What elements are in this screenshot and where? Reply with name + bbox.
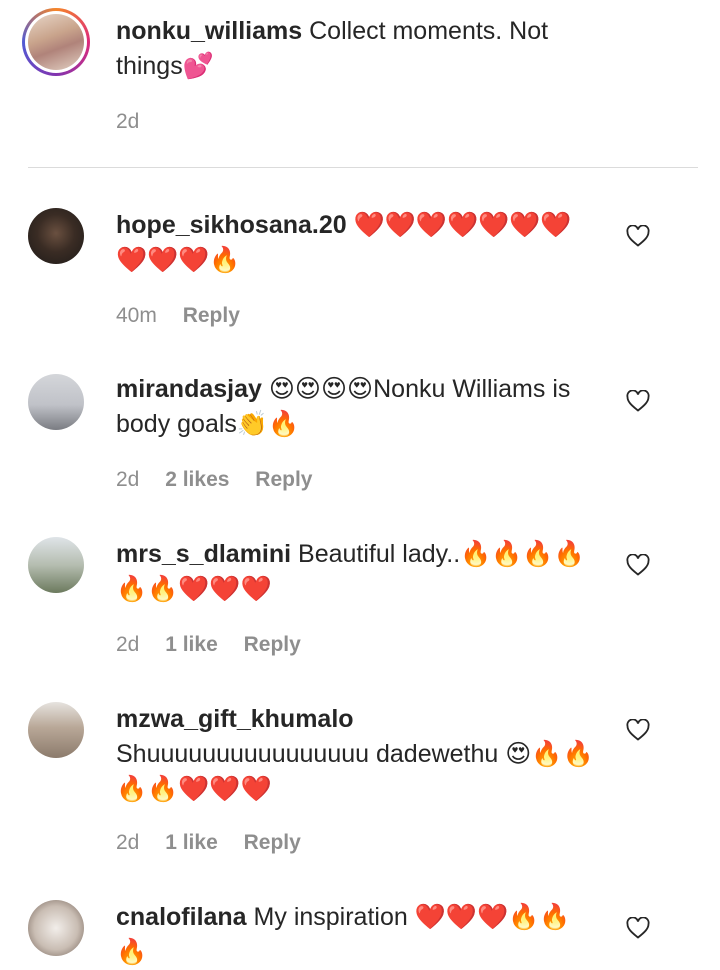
avatar[interactable] [28, 900, 84, 956]
comment-meta: 2d 1 like Reply [116, 633, 321, 657]
likes-count[interactable]: 1 like [165, 633, 218, 656]
comment-text: hope_sikhosana.20 ❤️❤️❤️❤️❤️❤️❤️❤️❤️❤️🔥 [116, 208, 596, 278]
heart-outline-icon[interactable] [626, 390, 650, 412]
comment-text: mirandasjay 😍😍😍😍Nonku Williams is body g… [116, 372, 596, 442]
reply-button[interactable]: Reply [183, 304, 240, 327]
comment-body: Shuuuuuuuuuuuuuuuu dadewethu 😍🔥🔥🔥🔥❤️❤️❤️ [116, 740, 594, 803]
comment-time: 2d [116, 633, 140, 656]
avatar[interactable] [28, 374, 84, 430]
comment-time: 40m [116, 304, 157, 327]
comment-meta: 40m Reply [116, 304, 260, 328]
heart-outline-icon[interactable] [626, 917, 650, 939]
comment-time: 2d [116, 831, 140, 854]
comment-username[interactable]: hope_sikhosana.20 [116, 211, 347, 239]
comment-username[interactable]: cnalofilana [116, 903, 247, 931]
comment-text: mzwa_gift_khumalo Shuuuuuuuuuuuuuuuu dad… [116, 702, 596, 807]
comment-username[interactable]: mirandasjay [116, 375, 262, 403]
heart-outline-icon[interactable] [626, 225, 650, 247]
reply-button[interactable]: Reply [244, 633, 301, 656]
heart-outline-icon[interactable] [626, 554, 650, 576]
likes-count[interactable]: 2 likes [165, 468, 229, 491]
caption-meta: 2d [116, 110, 159, 134]
caption-username[interactable]: nonku_williams [116, 17, 302, 45]
avatar [28, 14, 84, 70]
comment-username[interactable]: mzwa_gift_khumalo [116, 705, 354, 733]
avatar[interactable] [28, 702, 84, 758]
comment-meta: 2d 2 likes Reply [116, 468, 332, 492]
comment-text: mrs_s_dlamini Beautiful lady..🔥🔥🔥🔥🔥🔥❤️❤️… [116, 537, 596, 607]
divider [28, 167, 698, 168]
reply-button[interactable]: Reply [255, 468, 312, 491]
reply-button[interactable]: Reply [244, 831, 301, 854]
heart-outline-icon[interactable] [626, 719, 650, 741]
post-caption: nonku_williams Collect moments. Not thin… [0, 0, 720, 168]
likes-count[interactable]: 1 like [165, 831, 218, 854]
caption-text: nonku_williams Collect moments. Not thin… [116, 14, 596, 84]
comment-time: 2d [116, 468, 140, 491]
comment-meta: 2d 1 like Reply [116, 831, 321, 855]
comment-username[interactable]: mrs_s_dlamini [116, 540, 291, 568]
caption-time: 2d [116, 110, 140, 133]
avatar[interactable] [28, 537, 84, 593]
story-ring[interactable] [22, 8, 90, 76]
avatar[interactable] [28, 208, 84, 264]
